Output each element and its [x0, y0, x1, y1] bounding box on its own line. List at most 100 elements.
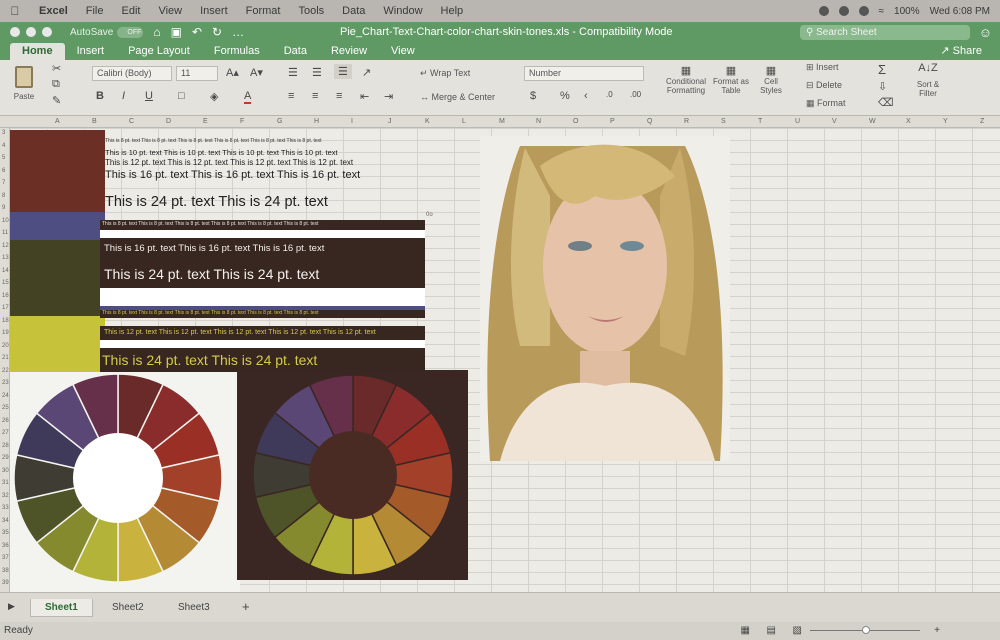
- column-header[interactable]: K: [425, 118, 430, 125]
- tab-formulas[interactable]: Formulas: [202, 43, 272, 60]
- sheet-scroll-icon[interactable]: ▶: [8, 601, 15, 612]
- format-cells-button[interactable]: ▦ Format: [806, 98, 846, 109]
- column-header[interactable]: L: [462, 118, 466, 125]
- row-header[interactable]: 30: [2, 468, 9, 474]
- row-header[interactable]: 33: [2, 505, 9, 511]
- row-header[interactable]: 8: [2, 193, 5, 199]
- tab-insert[interactable]: Insert: [65, 43, 117, 60]
- normal-view-icon[interactable]: ▦: [741, 622, 750, 640]
- column-header[interactable]: H: [314, 118, 319, 125]
- row-header[interactable]: 20: [2, 343, 9, 349]
- column-header[interactable]: A: [55, 118, 60, 125]
- autosum-button[interactable]: Σ: [878, 62, 886, 77]
- home-icon[interactable]: ⌂: [153, 25, 160, 39]
- autosave-control[interactable]: AutoSave OFF: [70, 26, 144, 38]
- zoom-slider-knob[interactable]: [862, 626, 870, 634]
- row-header[interactable]: 12: [2, 243, 9, 249]
- row-header[interactable]: 19: [2, 330, 9, 336]
- column-header[interactable]: E: [203, 118, 208, 125]
- row-header[interactable]: 27: [2, 430, 9, 436]
- sheet-tab-1[interactable]: Sheet1: [30, 599, 93, 617]
- format-as-table-button[interactable]: ▦ Format as Table: [712, 64, 750, 95]
- search-sheet-input[interactable]: ⚲ Search Sheet: [800, 25, 970, 40]
- share-button[interactable]: ↗ Share: [940, 44, 1000, 60]
- sort-filter-button[interactable]: A↓Z Sort & Filter: [908, 62, 948, 98]
- apple-icon[interactable]: : [0, 4, 30, 18]
- menu-format[interactable]: Format: [237, 5, 290, 17]
- more-icon[interactable]: …: [232, 25, 244, 39]
- row-header[interactable]: 14: [2, 268, 9, 274]
- comma-button[interactable]: ‹: [584, 90, 588, 102]
- wrap-text-button[interactable]: ↵ Wrap Text: [420, 68, 470, 79]
- conditional-formatting-button[interactable]: ▦ Conditional Formatting: [662, 64, 710, 95]
- number-format-select[interactable]: Number: [524, 66, 644, 81]
- cut-icon[interactable]: ✂: [52, 62, 61, 75]
- redo-icon[interactable]: ↻: [212, 25, 222, 39]
- row-header[interactable]: 16: [2, 293, 9, 299]
- column-header[interactable]: Q: [647, 118, 652, 125]
- status-icon[interactable]: [818, 6, 829, 16]
- zoom-in-button[interactable]: +: [934, 622, 940, 640]
- minimize-window-button[interactable]: [26, 27, 36, 37]
- row-header[interactable]: 32: [2, 493, 9, 499]
- bold-button[interactable]: B: [96, 90, 104, 102]
- row-header[interactable]: 7: [2, 180, 5, 186]
- decrease-indent-icon[interactable]: ⇤: [360, 90, 369, 103]
- column-header[interactable]: M: [499, 118, 505, 125]
- format-painter-icon[interactable]: ✎: [52, 94, 61, 107]
- copy-icon[interactable]: ⧉: [52, 78, 60, 91]
- menu-data[interactable]: Data: [333, 5, 374, 17]
- clear-icon[interactable]: ⌫: [878, 96, 894, 109]
- column-header[interactable]: P: [610, 118, 615, 125]
- currency-button[interactable]: $: [530, 90, 536, 102]
- row-header[interactable]: 38: [2, 568, 9, 574]
- sheet-tab-3[interactable]: Sheet3: [164, 599, 224, 616]
- row-header[interactable]: 39: [2, 580, 9, 586]
- column-header[interactable]: U: [795, 118, 800, 125]
- menu-insert[interactable]: Insert: [191, 5, 237, 17]
- menu-view[interactable]: View: [149, 5, 191, 17]
- font-size-select[interactable]: 11: [176, 66, 218, 81]
- row-header[interactable]: 4: [2, 143, 5, 149]
- row-header[interactable]: 25: [2, 405, 9, 411]
- column-header[interactable]: O: [573, 118, 578, 125]
- row-header[interactable]: 34: [2, 518, 9, 524]
- paste-button[interactable]: Paste: [10, 66, 38, 106]
- percent-button[interactable]: %: [560, 90, 570, 102]
- increase-indent-icon[interactable]: ⇥: [384, 90, 393, 103]
- row-header[interactable]: 29: [2, 455, 9, 461]
- column-header[interactable]: C: [129, 118, 134, 125]
- align-top-icon[interactable]: ☰: [288, 66, 298, 79]
- column-header[interactable]: W: [869, 118, 876, 125]
- cell-styles-button[interactable]: ▦ Cell Styles: [754, 64, 788, 95]
- tab-data[interactable]: Data: [272, 43, 319, 60]
- tab-page-layout[interactable]: Page Layout: [116, 43, 202, 60]
- borders-icon[interactable]: □: [178, 90, 185, 102]
- creative-cloud-icon[interactable]: [838, 6, 849, 16]
- column-header[interactable]: V: [832, 118, 837, 125]
- add-sheet-button[interactable]: +: [228, 596, 264, 617]
- menu-tools[interactable]: Tools: [289, 5, 333, 17]
- row-header[interactable]: 5: [2, 155, 5, 161]
- underline-button[interactable]: U: [145, 90, 153, 102]
- column-header[interactable]: N: [536, 118, 541, 125]
- row-header[interactable]: 36: [2, 543, 9, 549]
- increase-font-button[interactable]: A▴: [226, 66, 239, 79]
- row-header[interactable]: 6: [2, 168, 5, 174]
- menu-edit[interactable]: Edit: [112, 5, 149, 17]
- column-header[interactable]: Z: [980, 118, 984, 125]
- page-break-view-icon[interactable]: ▧: [793, 622, 802, 640]
- merge-center-button[interactable]: ↔ Merge & Center: [420, 92, 495, 102]
- menu-excel[interactable]: Excel: [30, 5, 77, 17]
- row-header[interactable]: 18: [2, 318, 9, 324]
- column-header[interactable]: T: [758, 118, 762, 125]
- align-center-icon[interactable]: ≡: [312, 90, 318, 102]
- row-header[interactable]: 17: [2, 305, 9, 311]
- menu-help[interactable]: Help: [432, 5, 473, 17]
- color-wheel-dark[interactable]: [237, 370, 468, 580]
- row-header[interactable]: 21: [2, 355, 9, 361]
- row-header[interactable]: 10: [2, 218, 9, 224]
- tab-view[interactable]: View: [379, 43, 427, 60]
- increase-decimal-icon[interactable]: .0: [606, 90, 613, 99]
- align-right-icon[interactable]: ≡: [336, 90, 342, 102]
